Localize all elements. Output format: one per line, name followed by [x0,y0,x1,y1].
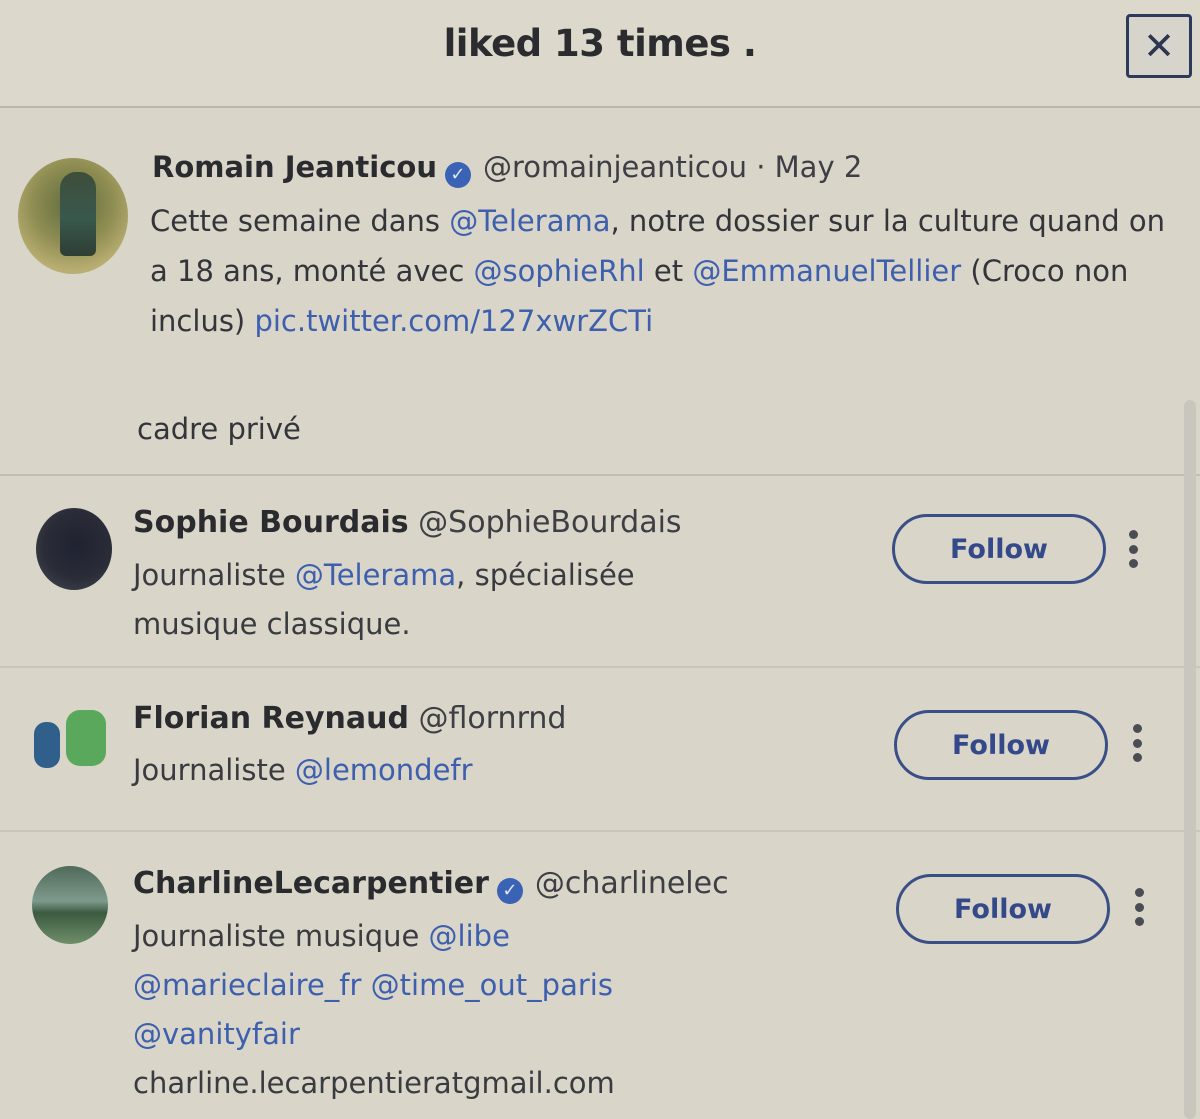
tweet-text-part: Cette semaine dans [150,204,450,238]
follow-button[interactable]: Follow [892,514,1106,584]
user-name[interactable]: Florian Reynaud [133,701,409,736]
tweet-author-handle[interactable]: @romainjeanticou [483,150,747,184]
user-name-line: Sophie Bourdais @SophieBourdais [133,505,682,540]
user-name[interactable]: CharlineLecarpentier [133,866,489,901]
tweet-header: Romain Jeanticou ✓ @romainjeanticou · May … [152,150,862,188]
verified-badge-icon: ✓ [496,878,523,904]
user-avatar[interactable] [36,508,112,590]
tweet-text: Cette semaine dans @Telerama, notre doss… [150,196,1190,346]
mention-link[interactable]: @Telerama [449,204,610,238]
mention-link[interactable]: @Telerama [295,558,456,592]
user-bio: Journaliste @lemondefr [133,746,853,795]
user-bio: Journaliste @Telerama, spécialisée musiq… [133,551,693,649]
mention-link[interactable]: @vanityfair [133,1017,300,1051]
user-handle[interactable]: @charlinelec [535,866,729,901]
modal-title: liked 13 times . [443,22,757,65]
follow-button[interactable]: Follow [894,710,1108,780]
user-name-line: CharlineLecarpentier ✓ @charlinelec [133,866,729,904]
more-options-icon[interactable] [1130,724,1144,762]
bio-text: Journaliste [133,558,295,592]
bio-text: Journaliste [133,753,295,787]
mention-link[interactable]: @lemondefr [295,753,473,787]
scrollbar[interactable] [1184,400,1196,1119]
bio-text: Journaliste musique [133,919,429,953]
close-icon: ✕ [1143,24,1175,68]
bio-email: charline.lecarpentieratgmail.com [133,1066,615,1100]
mention-link[interactable]: @marieclaire_fr [133,968,361,1002]
modal-header: liked 13 times . ✕ [0,0,1200,108]
user-name[interactable]: Sophie Bourdais [133,505,409,540]
follow-button[interactable]: Follow [896,874,1110,944]
more-options-icon[interactable] [1132,888,1146,926]
mention-link[interactable]: @sophieRhl [474,254,645,288]
user-handle[interactable]: @flornrnd [419,701,567,736]
tweet-author-name[interactable]: Romain Jeanticou [152,150,437,184]
close-button[interactable]: ✕ [1126,14,1192,78]
more-options-icon[interactable] [1126,530,1140,568]
tweet-date[interactable]: · May 2 [756,150,862,184]
mention-link[interactable]: @time_out_paris [371,968,613,1002]
user-bio: Journaliste musique @libe @marieclaire_f… [133,912,693,1108]
user-name-line: Florian Reynaud @flornrnd [133,701,566,736]
mention-link[interactable]: @EmmanuelTellier [692,254,961,288]
user-avatar[interactable] [32,866,108,944]
mention-link[interactable]: @libe [429,919,510,953]
user-handle[interactable]: @SophieBourdais [418,505,681,540]
context-label: cadre privé [137,412,301,446]
user-avatar[interactable] [30,704,110,780]
tweet-author-avatar[interactable] [18,158,128,274]
verified-badge-icon: ✓ [444,162,471,188]
tweet-text-part: et [644,254,693,288]
pic-link[interactable]: pic.twitter.com/127xwrZCTi [254,304,653,338]
